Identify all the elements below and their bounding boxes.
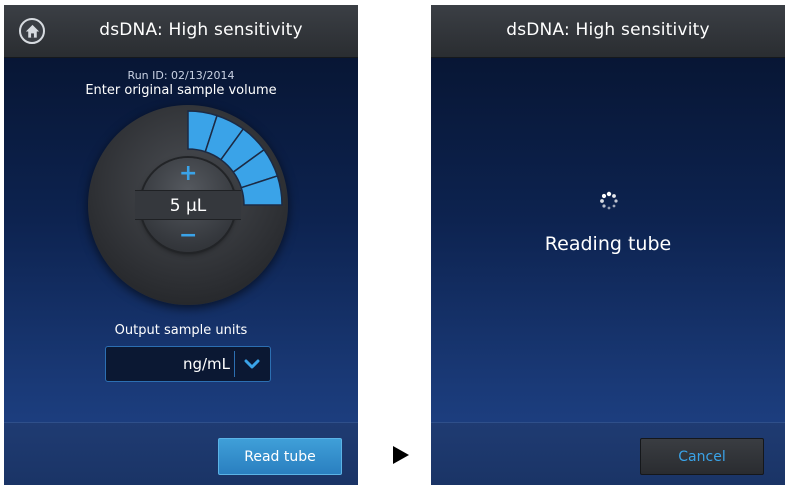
cancel-button[interactable]: Cancel [640, 438, 764, 475]
select-divider [234, 351, 235, 377]
read-tube-button[interactable]: Read tube [218, 438, 342, 475]
right-screen: dsDNA: High sensitivity Reading tube Can… [431, 5, 785, 485]
dial-segment-empty [221, 238, 264, 281]
volume-value-box: 5 µL [135, 190, 241, 220]
dial-segment-empty [159, 258, 188, 299]
screen-title: dsDNA: High sensitivity [506, 20, 710, 40]
title-bar: dsDNA: High sensitivity [4, 5, 358, 58]
left-screen: dsDNA: High sensitivity Run ID: 02/13/20… [4, 5, 358, 485]
screen-title: dsDNA: High sensitivity [99, 20, 303, 40]
spinner-icon [600, 191, 618, 210]
dial-center: + 5 µL − [135, 158, 241, 252]
status-text: Reading tube [544, 233, 672, 255]
output-units-value: ng/mL [182, 355, 230, 373]
increment-button[interactable]: + [179, 163, 197, 185]
run-id: Run ID: 02/13/2014 [127, 69, 235, 82]
volume-dial[interactable]: + 5 µL − [88, 105, 288, 305]
chevron-down-icon [244, 359, 260, 369]
dial-segment-empty [94, 205, 135, 234]
bottom-bar: Read tube [4, 422, 358, 485]
dial-segment-empty [94, 176, 135, 205]
dial-segment-empty [205, 250, 243, 294]
dial-segment-empty [188, 258, 217, 299]
dial-segment-empty [241, 205, 282, 234]
volume-prompt: Enter original sample volume [85, 83, 277, 98]
title-bar: dsDNA: High sensitivity [431, 5, 785, 58]
arrow-right-icon [393, 446, 409, 464]
output-units-select[interactable]: ng/mL [105, 346, 271, 382]
home-icon [25, 24, 40, 38]
dial-segment-empty [99, 222, 143, 260]
dial-segment-empty [133, 250, 171, 294]
volume-value: 5 µL [169, 196, 207, 216]
bottom-bar: Cancel [431, 422, 785, 485]
home-button[interactable] [19, 18, 45, 44]
output-units-label: Output sample units [114, 323, 248, 338]
decrement-button[interactable]: − [179, 225, 197, 247]
dial-segment-empty [233, 222, 277, 260]
dial-segment-empty [112, 238, 155, 281]
